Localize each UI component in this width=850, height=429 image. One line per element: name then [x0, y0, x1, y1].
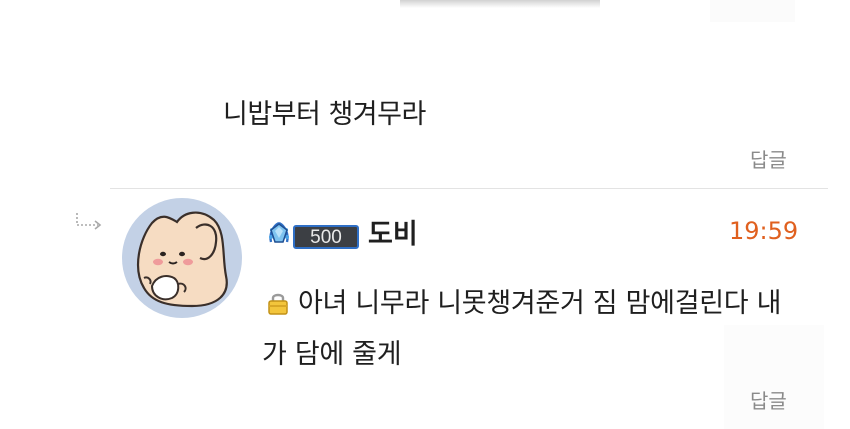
- level-badge-number: 500: [310, 227, 342, 248]
- reply-button[interactable]: 답글: [750, 385, 787, 414]
- reply-button[interactable]: 답글: [750, 144, 787, 173]
- comment-divider: [110, 188, 828, 189]
- reply-arrow-icon: [76, 213, 102, 230]
- comment-timestamp: 19:59: [729, 217, 799, 245]
- avatar-character: [136, 211, 228, 308]
- comment-body: 아녀 니무라 니못챙겨준거 짐 맘에걸린다 내가 담에 줄게: [262, 288, 782, 370]
- level-badge-icon: 500: [269, 221, 359, 249]
- comment-text: 니밥부터 챙겨무라: [223, 99, 426, 130]
- author-nickname[interactable]: 도비: [368, 212, 418, 251]
- background-panel: [710, 0, 795, 22]
- previous-comment-edge: [400, 0, 600, 8]
- avatar[interactable]: [122, 198, 242, 318]
